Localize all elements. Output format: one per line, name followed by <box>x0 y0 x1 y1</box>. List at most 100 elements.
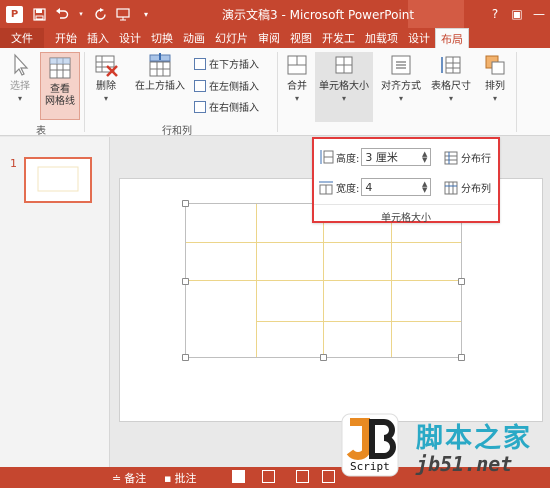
tab-transitions[interactable]: 切换 <box>146 28 178 48</box>
delete-table-icon <box>95 55 118 77</box>
width-value: 4 <box>365 180 373 194</box>
insert-above-button[interactable]: 在上方插入 <box>130 52 190 93</box>
quick-access-toolbar: P ▾ ▾ <box>0 5 153 23</box>
comments-button[interactable]: ▪ 批注 <box>164 470 196 486</box>
undo-dropdown-icon[interactable]: ▾ <box>78 7 84 21</box>
insert-below-icon <box>194 57 206 70</box>
insert-above-icon <box>149 53 171 77</box>
minimize-icon[interactable]: — <box>528 7 550 21</box>
tab-file[interactable]: 文件 <box>0 28 44 48</box>
view-gridlines-button[interactable]: 查看 网格线 <box>40 52 80 120</box>
save-icon[interactable] <box>32 7 46 21</box>
cell-size-panel: 高度: 3 厘米 ▲ ▼ 分布行 宽度: 4 ▲ ▼ 分布列 单元格大小 <box>312 137 500 224</box>
distribute-columns-label: 分布列 <box>461 184 491 195</box>
width-row: 宽度: 4 ▲ ▼ <box>318 178 432 196</box>
chevron-down-icon: ▾ <box>341 94 346 103</box>
distribute-columns-button[interactable]: 分布列 <box>444 180 491 195</box>
undo-icon[interactable] <box>55 7 69 21</box>
resize-handle[interactable] <box>182 200 189 207</box>
width-spinner[interactable]: ▲ ▼ <box>422 181 427 194</box>
width-label: 宽度: <box>336 183 360 195</box>
chevron-down-icon: ▾ <box>17 94 22 103</box>
notes-button[interactable]: ≐ 备注 <box>112 470 146 486</box>
alignment-button[interactable]: 对齐方式 ▾ <box>376 52 426 105</box>
tab-insert[interactable]: 插入 <box>82 28 114 48</box>
delete-label: 删除 <box>96 81 116 92</box>
table-tools-contextual-header <box>408 0 464 28</box>
tab-design[interactable]: 设计 <box>114 28 146 48</box>
slide-sorter-button[interactable] <box>262 470 275 483</box>
powerpoint-logo-icon: P <box>6 5 23 23</box>
merge-label: 合并 <box>287 81 307 92</box>
table-gridline <box>186 280 461 281</box>
table-gridline <box>186 242 461 243</box>
slide-number: 1 <box>10 157 17 170</box>
resize-handle[interactable] <box>458 278 465 285</box>
help-icon[interactable]: ? <box>484 7 506 21</box>
redo-icon[interactable] <box>93 7 107 21</box>
slide-table[interactable] <box>185 203 462 358</box>
slide-thumbnail[interactable] <box>24 157 92 203</box>
title-bar: P ▾ ▾ 演示文稿3 - Microsoft PowerPoint ? ▣ — <box>0 0 550 28</box>
tab-table-design[interactable]: 设计 <box>403 28 435 48</box>
alignment-label: 对齐方式 <box>381 81 421 92</box>
cell-size-button[interactable]: 单元格大小 ▾ <box>315 52 373 122</box>
merge-button[interactable]: 合并 ▾ <box>282 52 312 105</box>
gridlines-icon <box>49 57 71 79</box>
panel-divider <box>314 204 498 205</box>
resize-handle[interactable] <box>320 354 327 361</box>
tab-table-layout[interactable]: 布局 <box>435 28 469 48</box>
insert-below-button[interactable]: 在下方插入 <box>194 56 259 71</box>
normal-view-button[interactable] <box>232 470 245 483</box>
tab-home[interactable]: 开始 <box>50 28 82 48</box>
resize-handle[interactable] <box>182 278 189 285</box>
insert-left-button[interactable]: 在左侧插入 <box>194 78 259 93</box>
tab-developer[interactable]: 开发工 <box>317 28 360 48</box>
alignment-icon <box>391 55 411 75</box>
ribbon-display-icon[interactable]: ▣ <box>506 7 528 21</box>
cell-size-icon <box>335 56 353 74</box>
select-label: 选择 <box>10 81 30 92</box>
select-button[interactable]: 选择 ▾ <box>4 52 36 105</box>
view-gridlines-label-1: 查看 <box>50 84 70 95</box>
merge-cells-icon <box>287 55 307 75</box>
cell-size-group-label: 单元格大小 <box>381 213 431 224</box>
cell-size-label: 单元格大小 <box>319 81 369 92</box>
table-size-label: 表格尺寸 <box>431 81 471 92</box>
watermark-url: jb51.net <box>416 452 513 476</box>
insert-left-icon <box>194 79 206 92</box>
resize-handle[interactable] <box>458 354 465 361</box>
tab-slideshow[interactable]: 幻灯片 <box>210 28 253 48</box>
chevron-down-icon: ▾ <box>492 94 497 103</box>
distribute-rows-button[interactable]: 分布行 <box>444 150 491 165</box>
slide-thumbnails-pane: 1 <box>0 137 110 467</box>
ribbon: 选择 ▾ 查看 网格线 表 删除 ▾ 在上方插入 在下方插入 在左侧插入 在右侧… <box>0 48 550 137</box>
table-gridline <box>256 321 461 322</box>
tab-view[interactable]: 视图 <box>285 28 317 48</box>
customize-dropdown-icon[interactable]: ▾ <box>139 7 153 21</box>
comments-label: 批注 <box>174 472 197 485</box>
notes-icon: ≐ <box>112 471 122 485</box>
tab-animations[interactable]: 动画 <box>178 28 210 48</box>
tab-review[interactable]: 审阅 <box>253 28 285 48</box>
height-input[interactable]: 3 厘米 ▲ ▼ <box>361 148 432 166</box>
width-input[interactable]: 4 ▲ ▼ <box>361 178 432 196</box>
ribbon-tabs: 文件 开始 插入 设计 切换 动画 幻灯片 审阅 视图 开发工 加载项 设计 布… <box>0 28 550 48</box>
height-spinner[interactable]: ▲ ▼ <box>422 151 427 164</box>
reading-view-button[interactable] <box>296 470 309 483</box>
row-height-icon <box>320 150 334 164</box>
normal-view-icon <box>232 470 245 483</box>
ribbon-separator <box>516 52 517 132</box>
resize-handle[interactable] <box>182 354 189 361</box>
insert-right-button[interactable]: 在右侧插入 <box>194 99 259 114</box>
slideshow-icon[interactable] <box>116 7 130 21</box>
chevron-down-icon: ▾ <box>448 94 453 103</box>
watermark-script: Script <box>350 460 390 473</box>
delete-button[interactable]: 删除 ▾ <box>88 52 124 105</box>
tab-addins[interactable]: 加载项 <box>360 28 403 48</box>
table-size-button[interactable]: 表格尺寸 ▾ <box>428 52 474 105</box>
arrange-button[interactable]: 排列 ▾ <box>480 52 510 105</box>
height-row: 高度: 3 厘米 ▲ ▼ <box>318 148 432 166</box>
table-size-icon <box>441 56 461 74</box>
comment-icon: ▪ <box>164 471 172 485</box>
